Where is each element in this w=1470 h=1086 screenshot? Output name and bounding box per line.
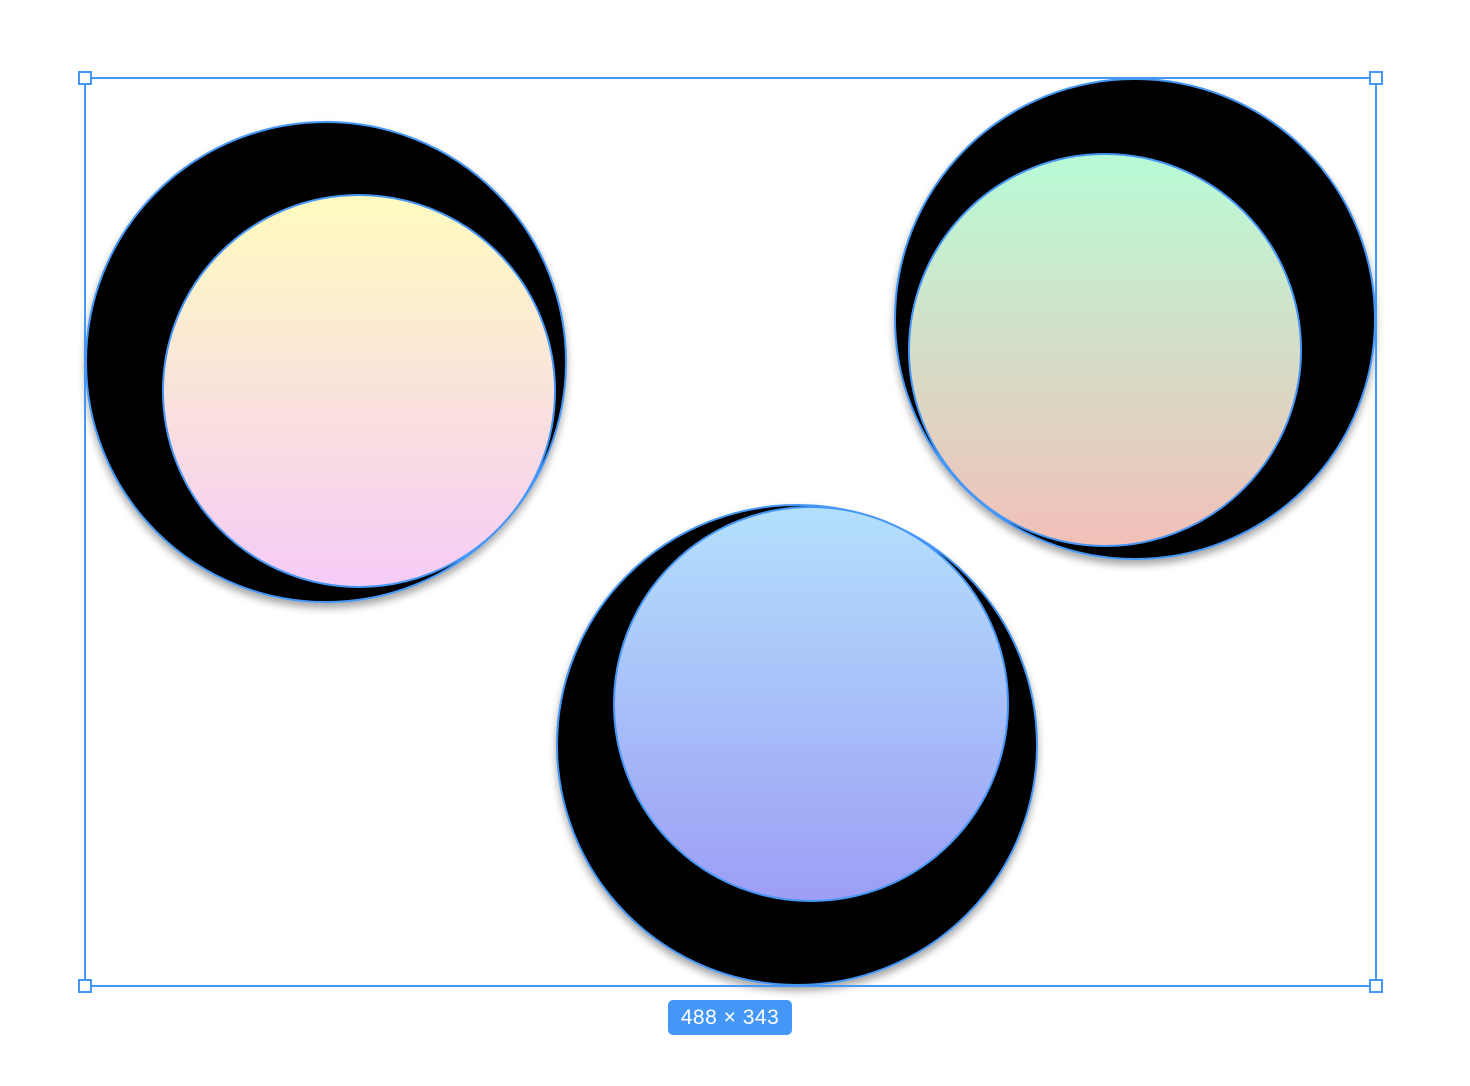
selection-size-badge: 488 × 343 xyxy=(668,1000,792,1035)
moon-inner-gradient-disc xyxy=(162,194,556,588)
moon-shape-blue-violet[interactable] xyxy=(556,504,1038,986)
moon-shape-green-peach[interactable] xyxy=(894,78,1376,560)
resize-handle-top-right[interactable] xyxy=(1369,71,1383,85)
moon-inner-gradient-disc xyxy=(908,153,1302,547)
resize-handle-bottom-left[interactable] xyxy=(78,979,92,993)
moon-inner-gradient-disc xyxy=(613,506,1009,902)
resize-handle-top-left[interactable] xyxy=(78,71,92,85)
design-canvas[interactable] xyxy=(0,0,1470,1086)
moon-shape-yellow-pink[interactable] xyxy=(85,121,567,603)
resize-handle-bottom-right[interactable] xyxy=(1369,979,1383,993)
